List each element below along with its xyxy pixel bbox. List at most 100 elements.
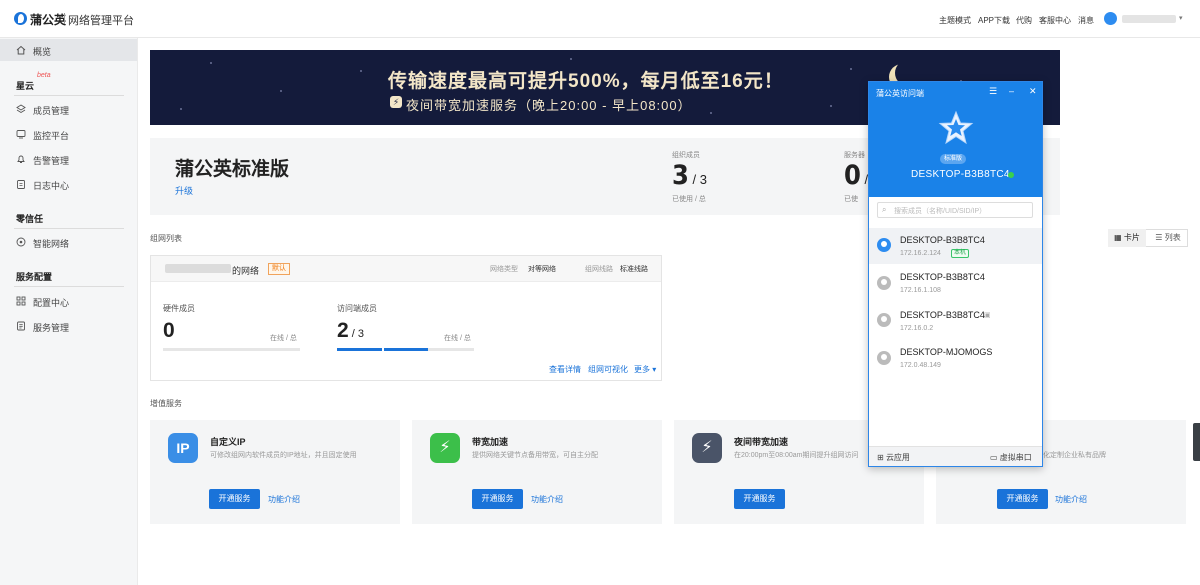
chevron-down-icon[interactable]: ▾ <box>1179 14 1183 22</box>
stat-members-total: 3 <box>699 172 707 187</box>
feature-intro-link[interactable]: 功能介绍 <box>531 494 563 505</box>
network-type-value: 对等网络 <box>528 266 556 273</box>
member-ip: 172.16.1.108 <box>900 287 941 294</box>
client-members-value: 2 / 3 <box>337 319 364 342</box>
sidebar-item-smart-network[interactable]: 智能网络 <box>0 231 137 253</box>
menu-icon[interactable]: ☰ <box>989 86 997 97</box>
service-desc: 在20:00pm至08:00am期间提升组网访问 <box>734 452 859 459</box>
virtual-serial-button[interactable]: ▭ 虚拟串口 <box>990 452 1032 463</box>
nav-support[interactable]: 客服中心 <box>1039 15 1071 26</box>
client-members-caption: 在线 / 总 <box>444 335 471 342</box>
sidebar-item-service-mgmt[interactable]: 服务管理 <box>0 315 137 337</box>
banner-subline: 夜间带宽加速服务（晚上20:00 - 早上08:00） <box>406 98 692 113</box>
service-desc: 可修改组网内软件成员的IP地址，并且固定使用 <box>210 452 357 459</box>
stat-servers-value: 0 / <box>844 160 869 191</box>
divider <box>14 286 124 287</box>
hardware-progress-track <box>163 348 300 351</box>
logo-divider <box>64 13 65 24</box>
sidebar-item-label: 服务管理 <box>33 323 70 333</box>
lightning-icon: ⚡ <box>430 433 460 463</box>
feature-intro-link[interactable]: 功能介绍 <box>268 494 300 505</box>
member-avatar-icon <box>877 313 891 327</box>
service-desc: 化定制企业私有品牌 <box>1043 452 1106 459</box>
hardware-members-label: 硬件成员 <box>163 304 195 313</box>
nav-messages[interactable]: 消息 <box>1078 15 1094 26</box>
stat-members-value: 3 / 3 <box>672 160 707 191</box>
sidebar-item-config-center[interactable]: 配置中心 <box>0 290 137 312</box>
network-owner-redacted <box>165 264 231 273</box>
user-name-redacted[interactable] <box>1122 15 1176 23</box>
document-icon <box>17 321 25 331</box>
view-list-button[interactable]: ☰ 列表 <box>1148 229 1188 247</box>
member-name: DESKTOP-B3B8TC4 <box>900 310 985 320</box>
network-visualize-link[interactable]: 组网可视化 <box>588 364 628 375</box>
member-row[interactable] <box>869 228 1042 264</box>
member-search-placeholder: 搜索成员（名称/UID/SID/IP） <box>894 208 987 215</box>
cloud-apps-button[interactable]: ⊞ 云应用 <box>877 452 910 463</box>
home-icon <box>16 45 26 55</box>
sidebar-item-monitor[interactable]: 监控平台 <box>0 123 137 145</box>
view-card-button[interactable]: ▦ 卡片 <box>1108 229 1146 247</box>
online-status-dot <box>1008 172 1014 178</box>
member-name: DESKTOP-MJOMOGS <box>900 347 993 357</box>
sidebar-section-xingyun: 星云 <box>16 81 35 91</box>
user-avatar[interactable] <box>1104 12 1117 25</box>
list-icon: ☰ <box>1155 233 1165 242</box>
sidebar-item-logs[interactable]: 日志中心 <box>0 173 137 195</box>
logo-icon <box>14 12 27 25</box>
sidebar-item-label: 日志中心 <box>33 181 70 191</box>
self-tag: 本机 <box>951 249 970 258</box>
nav-purchase[interactable]: 代购 <box>1016 15 1032 26</box>
cloud-apps-label: 云应用 <box>885 453 910 462</box>
bell-icon <box>17 155 25 163</box>
plan-name: 蒲公英标准版 <box>175 159 290 180</box>
sidebar-section-service-config: 服务配置 <box>16 272 53 282</box>
sidebar-item-label: 监控平台 <box>33 131 70 141</box>
nav-theme-mode[interactable]: 主题模式 <box>939 15 971 26</box>
member-ip: 172.0.48.149 <box>900 362 941 369</box>
activate-button[interactable]: 开通服务 <box>472 489 523 509</box>
default-badge: 默认 <box>268 263 290 275</box>
beta-badge: beta <box>37 72 51 79</box>
stat-members-label: 组织成员 <box>672 152 700 159</box>
more-dropdown[interactable]: 更多 ▾ <box>634 364 656 375</box>
member-avatar-icon <box>877 351 891 365</box>
divider <box>14 95 124 96</box>
activate-button[interactable]: 开通服务 <box>209 489 260 509</box>
client-window-title: 蒲公英访问端 <box>876 89 924 98</box>
network-type-label: 网络类型 <box>490 266 518 273</box>
client-members-total: 3 <box>357 328 364 340</box>
client-members-label: 访问端成员 <box>337 304 377 313</box>
sidebar-item-label: 告警管理 <box>33 156 70 166</box>
sidebar-item-label: 配置中心 <box>33 298 70 308</box>
grid-icon: ▦ <box>1114 233 1124 242</box>
close-icon[interactable]: ✕ <box>1029 86 1037 97</box>
edition-badge: 标准版 <box>940 154 967 164</box>
client-members-online: 2 <box>337 319 349 342</box>
minimize-icon[interactable]: – <box>1009 86 1014 96</box>
stat-servers-label: 服务器 <box>844 152 865 159</box>
logo-text[interactable]: 蒲公英 <box>30 11 66 28</box>
stat-members-sub: 已使用 / 总 <box>672 196 706 203</box>
network-line-value: 标准线路 <box>620 266 648 273</box>
sidebar-section-zero-trust: 零信任 <box>16 214 44 224</box>
service-desc: 提供网络关键节点备用带宽，可自主分配 <box>472 452 598 459</box>
sidebar-item-members[interactable]: 成员管理 <box>0 98 137 120</box>
sidebar-item-label: 智能网络 <box>33 239 70 249</box>
activate-button[interactable]: 开通服务 <box>997 489 1048 509</box>
activate-button[interactable]: 开通服务 <box>734 489 785 509</box>
ip-icon: IP <box>168 433 198 463</box>
hardware-members-caption: 在线 / 总 <box>270 335 297 342</box>
member-name: DESKTOP-B3B8TC4 <box>900 272 985 282</box>
stat-servers-sub: 已使 <box>844 196 858 203</box>
feature-intro-link[interactable]: 功能介绍 <box>1055 494 1087 505</box>
sidebar-item-label: 概览 <box>33 47 52 57</box>
virtual-serial-label: 虚拟串口 <box>999 453 1032 462</box>
side-float-tab[interactable] <box>1193 423 1200 461</box>
view-details-link[interactable]: 查看详情 <box>549 364 581 375</box>
network-name: 的网络 <box>232 266 260 276</box>
sidebar-item-alerts[interactable]: 告警管理 <box>0 148 137 170</box>
nav-app-download[interactable]: APP下载 <box>978 15 1010 26</box>
upgrade-link[interactable]: 升级 <box>175 184 193 197</box>
sidebar-item-overview[interactable]: 概览 <box>0 39 137 61</box>
